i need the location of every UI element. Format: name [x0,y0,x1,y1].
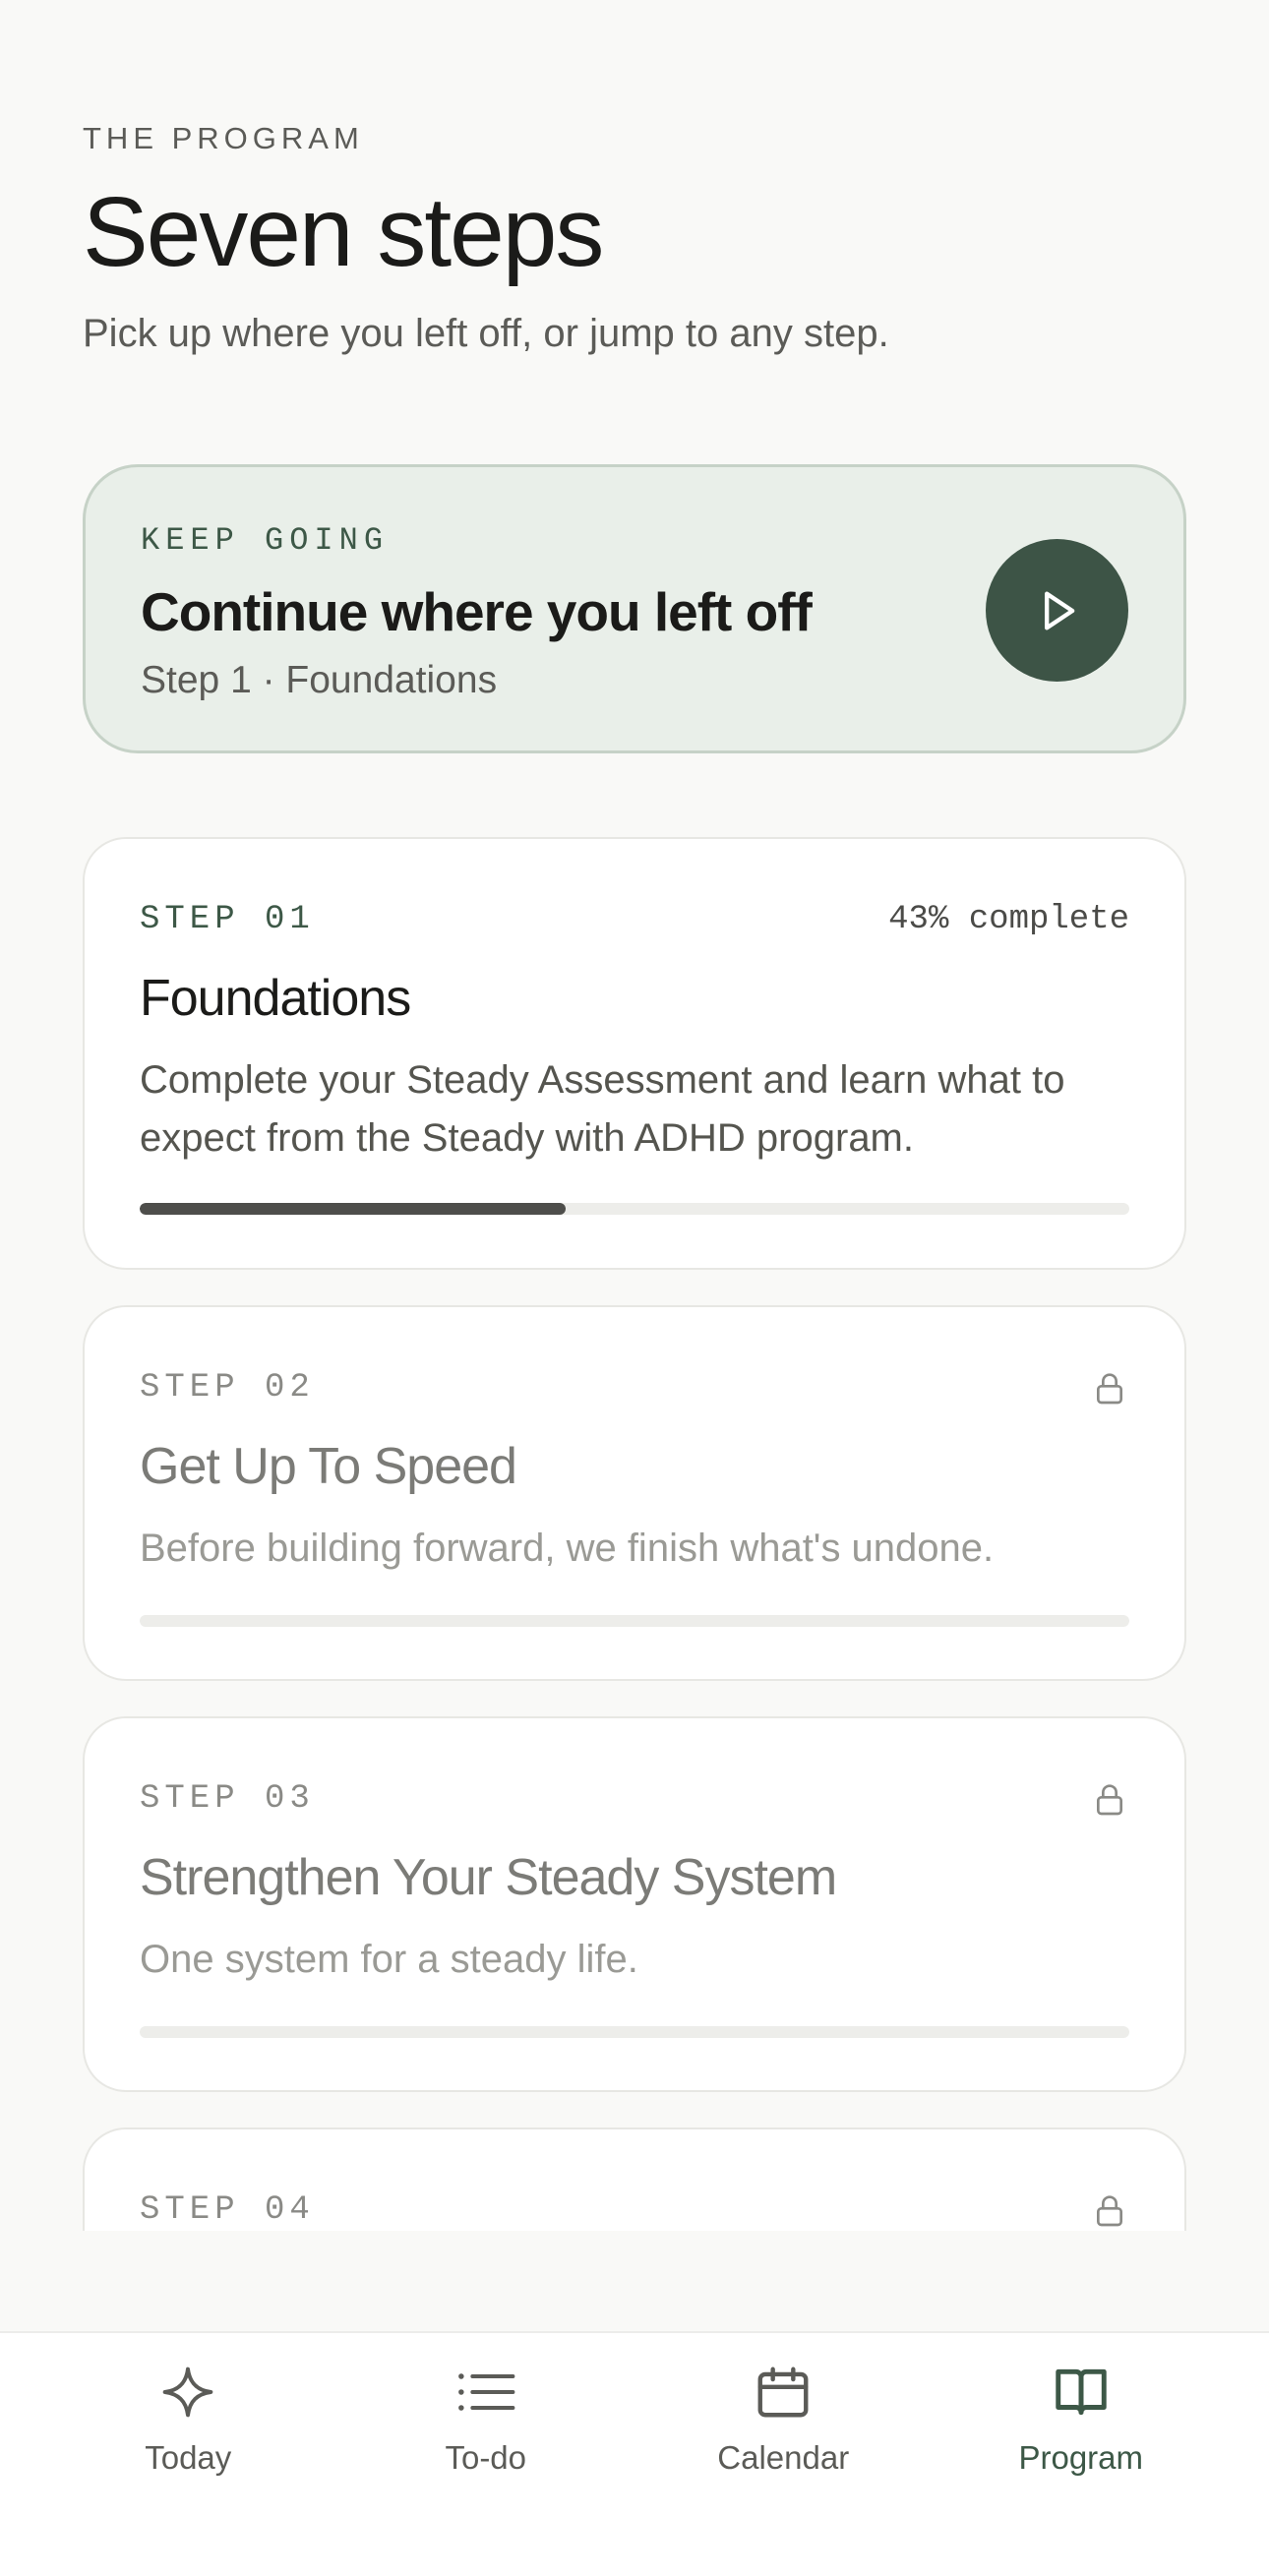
tab-today[interactable]: Today [60,2333,316,2576]
continue-subtitle: Step 1 · Foundations [141,659,498,701]
step-label: STEP 02 [140,1369,315,1407]
step-card-04[interactable]: STEP 04 [83,2127,1186,2231]
play-icon [1044,591,1074,629]
lock-icon [1097,1784,1122,1816]
step-card-01[interactable]: STEP 01 43% complete Foundations Complet… [83,837,1186,1270]
bottom-tab-bar: Today To-do Calendar Program [0,2331,1269,2576]
step-card-03[interactable]: STEP 03 Strengthen Your Steady System On… [83,1716,1186,2092]
step-description: One system for a steady life. [140,1938,638,1981]
step-description: Before building forward, we finish what'… [140,1527,995,1570]
program-screen: THE PROGRAM Seven steps Pick up where yo… [0,0,1269,2576]
step-card-02[interactable]: STEP 02 Get Up To Speed Before building … [83,1305,1186,1681]
program-scroll-area[interactable]: THE PROGRAM Seven steps Pick up where yo… [0,0,1269,2231]
step-label: STEP 04 [140,2191,315,2229]
page-eyebrow: THE PROGRAM [83,121,364,155]
step-progress-text: 43% complete [888,901,1129,938]
lock-icon [1097,1373,1122,1405]
step-label: STEP 01 [140,901,315,938]
page-subtitle: Pick up where you left off, or jump to a… [83,312,889,355]
sparkle-icon [162,2366,213,2418]
tab-label: Program [1018,2439,1144,2476]
step-description: Complete your Steady Assessment and lear… [140,1058,1065,1160]
tab-program[interactable]: Program [953,2333,1209,2576]
step-progress-fill [140,1203,566,1215]
step-progress-bar [140,2026,1129,2038]
tab-label: Today [145,2439,232,2476]
tab-label: To-do [445,2439,527,2476]
step-label: STEP 03 [140,1780,315,1818]
calendar-icon [757,2366,809,2418]
continue-eyebrow: KEEP GOING [141,522,390,559]
book-icon [1056,2368,1107,2416]
step-progress-bar [140,1615,1129,1627]
page-title: Seven steps [83,177,604,287]
step-title: Foundations [140,970,411,1027]
step-title: Strengthen Your Steady System [140,1849,837,1906]
lock-icon [1097,2195,1122,2227]
play-button[interactable] [986,539,1128,682]
tab-label: Calendar [717,2439,850,2476]
step-title: Get Up To Speed [140,1438,517,1495]
tab-todo[interactable]: To-do [358,2333,614,2576]
tab-calendar[interactable]: Calendar [655,2333,911,2576]
step-progress-bar [140,1203,1129,1215]
list-icon [457,2373,515,2411]
continue-title: Continue where you left off [141,581,813,642]
continue-card[interactable]: KEEP GOING Continue where you left off S… [83,464,1186,753]
